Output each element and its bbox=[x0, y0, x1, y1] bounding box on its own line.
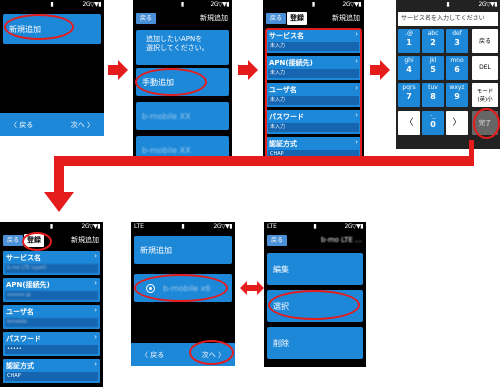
status-bar: ▮ 2G▽▼▮ bbox=[0, 222, 103, 232]
signal-icon: 2G▽▼▮ bbox=[213, 223, 233, 230]
key-mode[interactable]: モード (英)小 bbox=[472, 83, 498, 107]
highlight-ring bbox=[4, 14, 74, 40]
chevron-right-icon: › bbox=[94, 360, 97, 368]
page-title: 新規追加 bbox=[200, 14, 228, 22]
back-button[interactable]: 戻る bbox=[267, 235, 288, 246]
return-connector bbox=[44, 140, 474, 212]
page-title: 新規追加 bbox=[71, 236, 99, 244]
apn-item[interactable]: b-mobile XX bbox=[136, 102, 229, 130]
highlight-ring bbox=[268, 290, 360, 320]
status-bar: LTE ▮ 2G▽▼▮ bbox=[131, 222, 235, 232]
lte-indicator: LTE bbox=[134, 223, 144, 230]
delete-button[interactable]: 削除 bbox=[267, 327, 363, 359]
sim-icon: ▮ bbox=[50, 1, 54, 8]
sim-icon: ▮ bbox=[49, 223, 54, 230]
back-button[interactable]: 〈 戻る bbox=[141, 350, 164, 360]
key-0[interactable]: -_ 0 bbox=[422, 111, 444, 135]
key-delete[interactable]: DEL bbox=[472, 56, 498, 80]
edit-button[interactable]: 編集 bbox=[267, 253, 363, 285]
auth-method-field[interactable]: 認証方式 › CHAP bbox=[3, 359, 100, 383]
back-button[interactable]: 〈 戻る bbox=[10, 120, 33, 130]
signal-icon: 2G▽▼▮ bbox=[478, 1, 498, 8]
key-2[interactable]: abc 2 bbox=[422, 29, 444, 53]
sim-icon: ▮ bbox=[181, 223, 185, 230]
title-bar: 戻る b-mo LTE … bbox=[264, 232, 366, 249]
screen-5: ▮ 2G▽▼▮ 戻る 登録 新規追加 サービス名 › b-mo LTE typeD… bbox=[0, 222, 103, 387]
key-back[interactable]: 戻る bbox=[472, 29, 498, 53]
key-8[interactable]: tuv 8 bbox=[422, 83, 444, 107]
title-bar: 戻る 新規追加 bbox=[133, 10, 232, 27]
page-title: b-mo LTE … bbox=[320, 236, 362, 244]
password-field[interactable]: パスワード › ••••• bbox=[3, 332, 100, 356]
back-button[interactable]: 戻る bbox=[3, 235, 24, 246]
chevron-right-icon: › bbox=[94, 279, 97, 287]
arrow-right-icon bbox=[108, 60, 128, 80]
key-cursor-left[interactable]: 〈 bbox=[398, 111, 420, 135]
key-1[interactable]: .@ 1 bbox=[398, 29, 420, 53]
key-4[interactable]: ghi 4 bbox=[398, 56, 420, 80]
highlight-ring bbox=[189, 340, 234, 365]
signal-icon: 2G▽▼▮ bbox=[81, 223, 101, 230]
highlight-ring bbox=[135, 68, 207, 96]
sim-icon: ▮ bbox=[446, 1, 450, 8]
key-5[interactable]: jkl 5 bbox=[422, 56, 444, 80]
apn-field[interactable]: APN(接続先) › xxxxxx.jp bbox=[3, 278, 100, 302]
highlight-ring bbox=[134, 274, 228, 302]
status-bar: ▮ 2G▽▼▮ bbox=[396, 0, 500, 10]
register-button[interactable]: 登録 bbox=[287, 12, 307, 25]
signal-icon: 2G▽▼▮ bbox=[210, 1, 230, 8]
arrow-right-icon bbox=[238, 60, 258, 80]
next-button[interactable]: 次へ 〉 bbox=[71, 120, 94, 130]
signal-icon: 2G▽▼▮ bbox=[342, 1, 362, 8]
key-cursor-right[interactable]: 〉 bbox=[446, 111, 468, 135]
key-7[interactable]: pqrs 7 bbox=[398, 83, 420, 107]
status-bar: LTE ▮ 2G▽▼▮ bbox=[264, 222, 366, 232]
sim-icon: ▮ bbox=[311, 1, 316, 8]
sim-icon: ▮ bbox=[180, 1, 185, 8]
service-name-field[interactable]: サービス名 › b-mo LTE typeD bbox=[3, 251, 100, 275]
back-button[interactable]: 戻る bbox=[136, 13, 157, 24]
arrow-right-icon bbox=[370, 60, 390, 80]
nav-bar: 〈 戻る 次へ 〉 bbox=[0, 113, 104, 136]
chevron-right-icon: › bbox=[94, 252, 97, 260]
title-bar: 戻る 登録 新規追加 bbox=[263, 10, 364, 27]
instruction-text: 追加したいAPNを 選択してください。 bbox=[146, 35, 209, 52]
signal-icon: 2G▽▼▮ bbox=[344, 223, 364, 230]
signal-icon: 2G▽▼▮ bbox=[82, 1, 102, 8]
key-9[interactable]: wxyz 9 bbox=[446, 83, 468, 107]
status-bar: ▮ 2G▽▼▮ bbox=[263, 0, 364, 10]
username-field[interactable]: ユーザ名 › bmobile bbox=[3, 305, 100, 329]
input-prompt[interactable]: サービス名を入力してください bbox=[398, 12, 498, 26]
sim-icon: ▮ bbox=[313, 223, 317, 230]
status-bar: ▮ 2G▽▼▮ bbox=[133, 0, 232, 10]
key-3[interactable]: def 3 bbox=[446, 29, 468, 53]
instruction-panel: 追加したいAPNを 選択してください。 bbox=[136, 30, 229, 65]
highlight-ring bbox=[22, 232, 52, 251]
new-add-button[interactable]: 新規追加 bbox=[134, 236, 232, 264]
lte-indicator: LTE bbox=[267, 223, 277, 230]
chevron-right-icon: › bbox=[94, 306, 97, 314]
double-arrow-icon bbox=[240, 281, 264, 295]
status-bar: ▮ 2G▽▼▮ bbox=[0, 0, 104, 10]
chevron-right-icon: › bbox=[94, 333, 97, 341]
key-6[interactable]: mno 6 bbox=[446, 56, 468, 80]
page-title: 新規追加 bbox=[332, 14, 360, 22]
back-button[interactable]: 戻る bbox=[266, 13, 287, 24]
highlight-ring bbox=[473, 108, 500, 139]
